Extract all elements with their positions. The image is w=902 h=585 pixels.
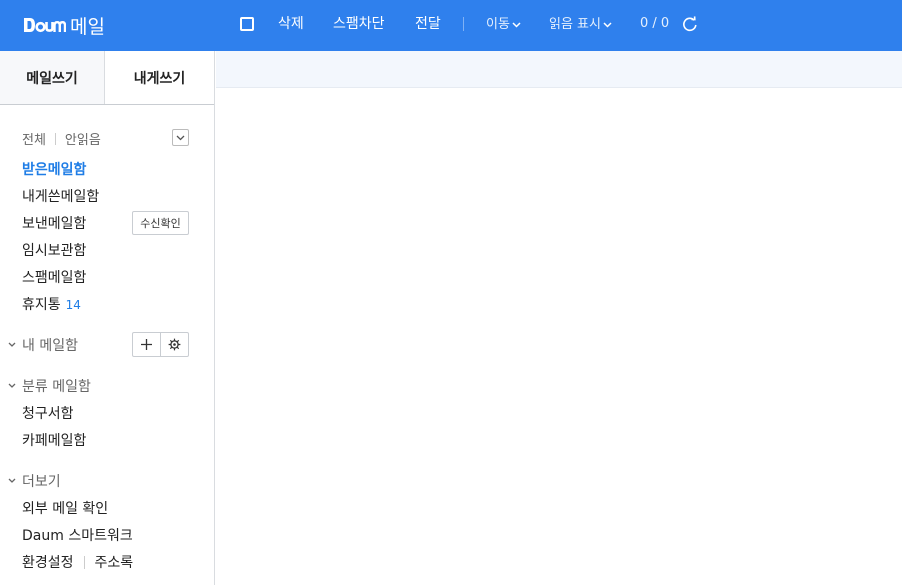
folder-bills[interactable]: 청구서함 (22, 403, 74, 423)
chevron-down-icon (8, 342, 16, 347)
move-label: 이동 (486, 17, 510, 32)
bottom-links: 환경설정 주소록 (22, 552, 133, 572)
folder-inbox[interactable]: 받은메일함 (22, 159, 86, 179)
my-mailbox-section[interactable]: 내 메일함 (8, 335, 78, 355)
write-to-me-button[interactable]: 내게쓰기 (105, 51, 214, 104)
category-mailbox-title: 분류 메일함 (22, 379, 91, 395)
more-section[interactable]: 더보기 (8, 471, 61, 491)
sidebar: 메일쓰기 내게쓰기 전체 안읽음 받은메일함 내게쓴메일함 보낸메일함 수신확인… (0, 51, 215, 585)
folder-to-me[interactable]: 내게쓴메일함 (22, 186, 99, 206)
chevron-down-icon (603, 21, 612, 28)
refresh-icon[interactable] (682, 16, 698, 32)
forward-button[interactable]: 전달 (415, 15, 441, 33)
smartwork-link[interactable]: Daum 스마트워크 (22, 525, 133, 545)
page-counter: 0 / 0 (640, 16, 670, 31)
add-mailbox-button[interactable] (133, 333, 160, 356)
bottom-divider (83, 555, 85, 569)
more-title: 더보기 (22, 474, 61, 490)
my-mailbox-title: 내 메일함 (22, 338, 78, 354)
spam-block-button[interactable]: 스팸차단 (333, 15, 385, 33)
settings-link[interactable]: 환경설정 (22, 552, 74, 572)
external-mail-link[interactable]: 외부 메일 확인 (22, 498, 108, 518)
chevron-down-icon (8, 383, 16, 388)
plus-icon (141, 339, 152, 350)
compose-mail-button[interactable]: 메일쓰기 (0, 51, 105, 104)
folder-trash[interactable]: 휴지통 14 (22, 294, 81, 314)
gear-icon (168, 338, 181, 351)
mark-read-label: 읽음 표시 (549, 17, 601, 32)
chevron-down-icon (176, 135, 185, 140)
daum-mail-logo[interactable]: 메일 (24, 13, 105, 38)
folder-cafe[interactable]: 카페메일함 (22, 430, 86, 450)
mark-read-dropdown[interactable]: 읽음 표시 (549, 16, 612, 34)
filter-expand-button[interactable] (172, 129, 189, 146)
select-all-checkbox[interactable] (240, 17, 254, 31)
chevron-down-icon (8, 478, 16, 483)
read-receipt-button[interactable]: 수신확인 (132, 211, 189, 235)
filter-all[interactable]: 전체 (22, 129, 46, 148)
mail-filter: 전체 안읽음 (22, 129, 101, 148)
category-mailbox-section[interactable]: 분류 메일함 (8, 376, 91, 396)
address-book-link[interactable]: 주소록 (95, 552, 134, 572)
move-dropdown[interactable]: 이동 (486, 16, 521, 34)
toolbar-divider (463, 17, 464, 31)
folder-sent[interactable]: 보낸메일함 (22, 213, 86, 233)
top-bar: 메일 삭제 스팸차단 전달 이동 읽음 표시 0 / 0 (0, 0, 902, 51)
folder-drafts[interactable]: 임시보관함 (22, 240, 86, 260)
chevron-down-icon (512, 21, 521, 28)
daum-logo (24, 13, 66, 37)
filter-divider (54, 132, 56, 145)
folder-spam[interactable]: 스팸메일함 (22, 267, 86, 287)
delete-button[interactable]: 삭제 (278, 15, 304, 33)
mailbox-settings-button[interactable] (160, 333, 188, 356)
compose-tabs: 메일쓰기 내게쓰기 (0, 51, 214, 105)
folder-trash-label: 휴지통 (22, 297, 61, 313)
filter-unread[interactable]: 안읽음 (65, 129, 101, 148)
trash-count-badge: 14 (65, 298, 81, 312)
my-mailbox-actions (132, 332, 189, 357)
mail-service-label: 메일 (70, 15, 105, 38)
mail-list-header (216, 51, 902, 88)
